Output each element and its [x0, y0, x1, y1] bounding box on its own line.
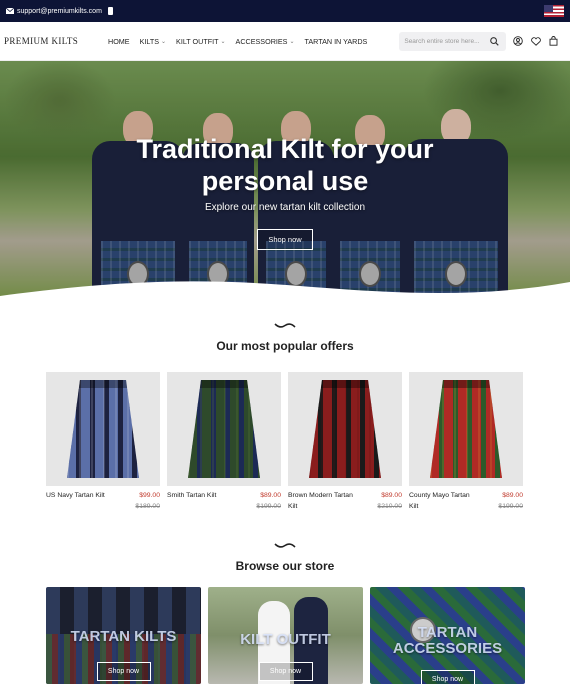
- chevron-down-icon: ⌄: [289, 38, 295, 45]
- product-card[interactable]: US Navy Tartan Kilt $99.00 $189.00: [46, 372, 160, 512]
- category-shop-now-button[interactable]: Shop now: [258, 662, 313, 681]
- popular-section-heading: Our most popular offers: [0, 322, 570, 353]
- hero-title-line2: personal use: [201, 166, 369, 196]
- product-image[interactable]: [409, 372, 523, 486]
- main-nav: HOME KILTS ⌄ KILT OUTFIT ⌄ ACCESSORIES ⌄ TA…: [108, 37, 367, 46]
- product-price: $89.00: [502, 492, 523, 499]
- category-card-kilt-outfit[interactable]: KILT OUTFIT Shop now: [208, 587, 363, 684]
- hero-wave-divider: [0, 281, 570, 301]
- category-shop-now-button[interactable]: Shop now: [96, 662, 151, 681]
- search-input[interactable]: [404, 37, 491, 45]
- nav-label: ACCESSORIES: [235, 36, 288, 46]
- hero-subtitle: Explore our new tartan kilt collection: [204, 202, 366, 213]
- category-label: TARTAN ACCESSORIES: [392, 624, 503, 657]
- hero-shop-now-button[interactable]: Shop now: [257, 229, 313, 250]
- us-flag-icon[interactable]: [544, 5, 564, 17]
- chevron-down-icon: ⌄: [220, 38, 226, 45]
- top-bar: support@premiumkilts.com: [0, 0, 570, 22]
- phone-icon[interactable]: [107, 7, 113, 15]
- product-name[interactable]: US Navy Tartan Kilt: [46, 491, 105, 512]
- hero-title: Traditional Kilt for your personal use: [0, 133, 570, 197]
- nav-label: KILTS: [139, 36, 160, 46]
- nav-label: TARTAN IN YARDS: [304, 36, 368, 46]
- category-shop-now-button[interactable]: Shop now: [420, 670, 475, 684]
- kilt-image: [430, 380, 502, 478]
- hero-title-line1: Traditional Kilt for your: [136, 134, 434, 164]
- product-image[interactable]: [167, 372, 281, 486]
- product-card[interactable]: Brown Modern Tartan Kilt $89.00 $210.00: [288, 372, 402, 512]
- contact-email[interactable]: support@premiumkilts.com: [6, 8, 102, 15]
- browse-title: Browse our store: [235, 559, 335, 573]
- kilt-image: [188, 380, 260, 478]
- bag-icon[interactable]: [549, 36, 558, 46]
- heart-icon[interactable]: [531, 36, 542, 46]
- popular-title: Our most popular offers: [216, 339, 354, 353]
- product-old-price: $210.00: [377, 502, 402, 510]
- product-card[interactable]: County Mayo Tartan Kilt $89.00 $199.00: [409, 372, 523, 512]
- nav-kilt-outfit[interactable]: KILT OUTFIT ⌄: [176, 37, 226, 46]
- product-old-price: $199.00: [256, 502, 281, 510]
- product-price: $99.00: [139, 492, 160, 499]
- product-price: $89.00: [381, 492, 402, 499]
- site-logo[interactable]: PREMIUM KILTS: [4, 36, 108, 46]
- nav-label: HOME: [108, 36, 130, 46]
- product-image[interactable]: [46, 372, 160, 486]
- kilt-image: [67, 380, 139, 478]
- category-grid: TARTAN KILTS Shop now KILT OUTFIT Shop n…: [46, 587, 525, 684]
- nav-home[interactable]: HOME: [108, 37, 130, 46]
- product-card[interactable]: Smith Tartan Kilt $89.00 $199.00: [167, 372, 281, 512]
- category-card-tartan-kilts[interactable]: TARTAN KILTS Shop now: [46, 587, 201, 684]
- kilt-image: [309, 380, 381, 478]
- search-icon[interactable]: [490, 36, 500, 46]
- category-label: KILT OUTFIT: [240, 631, 331, 648]
- nav-label: KILT OUTFIT: [176, 36, 219, 46]
- product-name[interactable]: Smith Tartan Kilt: [167, 491, 216, 512]
- product-name[interactable]: County Mayo Tartan Kilt: [409, 491, 479, 512]
- chevron-down-icon: ⌄: [161, 38, 167, 45]
- squiggle-divider-icon: [274, 323, 296, 328]
- nav-accessories[interactable]: ACCESSORIES ⌄: [236, 37, 295, 46]
- squiggle-divider-icon: [274, 543, 296, 548]
- email-text[interactable]: support@premiumkilts.com: [17, 8, 102, 15]
- nav-tartan-in-yards[interactable]: TARTAN IN YARDS: [305, 37, 368, 46]
- site-header: PREMIUM KILTS HOME KILTS ⌄ KILT OUTFIT ⌄ A…: [0, 22, 570, 61]
- nav-kilts[interactable]: KILTS ⌄: [140, 37, 166, 46]
- category-card-tartan-accessories[interactable]: TARTAN ACCESSORIES Shop now: [370, 587, 525, 684]
- mail-icon: [6, 8, 14, 14]
- product-grid: US Navy Tartan Kilt $99.00 $189.00 Smith Ta…: [46, 372, 524, 512]
- browse-section-heading: Browse our store: [0, 542, 570, 573]
- product-price: $89.00: [260, 492, 281, 499]
- category-label: TARTAN KILTS: [70, 628, 177, 645]
- search-box: [399, 31, 507, 51]
- product-name[interactable]: Brown Modern Tartan Kilt: [288, 491, 358, 512]
- user-icon[interactable]: [513, 36, 524, 46]
- product-old-price: $189.00: [135, 502, 160, 510]
- hero-banner: Traditional Kilt for your personal use E…: [0, 61, 570, 301]
- product-old-price: $199.00: [498, 502, 523, 510]
- product-image[interactable]: [288, 372, 402, 486]
